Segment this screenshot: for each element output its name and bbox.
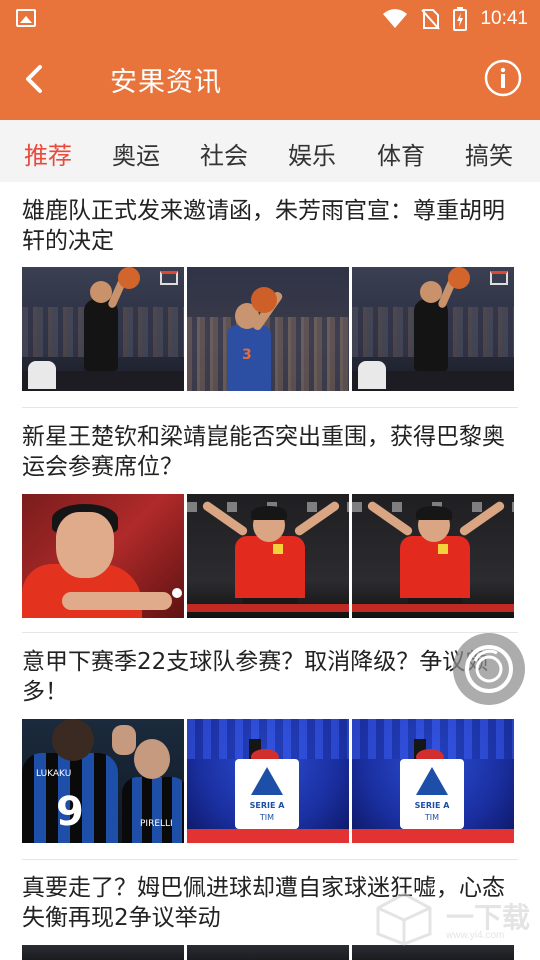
news-thumbnail[interactable] (22, 945, 184, 960)
site-watermark: 一下载 www.yi4.com (372, 890, 532, 950)
news-thumbnails: LUKAKU 9 PIRELLI SERIE A TIM SERIE A TIM (22, 719, 516, 843)
cube-logo-icon (376, 892, 432, 946)
news-thumbnail[interactable] (22, 267, 184, 391)
news-thumbnail[interactable]: SERIE A TIM (187, 719, 349, 843)
tab-society[interactable]: 社会 (200, 136, 248, 171)
camera-lens-icon (465, 645, 513, 693)
news-thumbnails: 3 (22, 267, 516, 391)
page-title: 安果资讯 (110, 67, 222, 98)
divider (22, 407, 518, 408)
category-tabs: 推荐 奥运 社会 娱乐 体育 搞笑 (0, 120, 540, 182)
tab-entertainment[interactable]: 娱乐 (288, 136, 336, 171)
status-icons: 10:41 (382, 5, 528, 33)
news-thumbnail[interactable] (187, 494, 349, 618)
news-title[interactable]: 新星王楚钦和梁靖崑能否突出重围，获得巴黎奥运会参赛席位？ (22, 422, 518, 482)
status-bar: 10:41 (0, 0, 540, 38)
news-thumbnail[interactable] (22, 494, 184, 618)
news-title[interactable]: 雄鹿队正式发来邀请函，朱芳雨官宣：尊重胡明轩的决定 (22, 196, 518, 256)
status-time: 10:41 (480, 8, 528, 29)
back-chevron-icon[interactable] (18, 59, 54, 99)
news-thumbnails (22, 494, 516, 618)
divider (22, 859, 518, 860)
news-thumbnail[interactable] (352, 267, 514, 391)
floating-capture-button[interactable] (453, 633, 525, 705)
news-thumbnail[interactable] (352, 494, 514, 618)
tab-funny[interactable]: 搞笑 (465, 136, 513, 171)
no-sim-icon (421, 9, 441, 30)
info-icon[interactable] (484, 59, 522, 97)
battery-charging-icon (453, 7, 468, 31)
news-thumbnail[interactable] (187, 945, 349, 960)
divider (22, 632, 518, 633)
wifi-icon (383, 9, 408, 28)
app-bar: 安果资讯 (0, 38, 540, 120)
news-title[interactable]: 意甲下赛季22支球队参赛？取消降级？争议颇多！ (22, 647, 518, 707)
news-thumbnail[interactable]: LUKAKU 9 PIRELLI (22, 719, 184, 843)
news-thumbnail[interactable]: 3 (187, 267, 349, 391)
watermark-url: www.yi4.com (446, 930, 505, 941)
tab-sports[interactable]: 体育 (377, 136, 425, 171)
tab-recommend[interactable]: 推荐 (24, 136, 72, 171)
news-thumbnail[interactable]: SERIE A TIM (352, 719, 514, 843)
gallery-notification-icon (16, 9, 36, 27)
tab-olympics[interactable]: 奥运 (112, 136, 160, 171)
